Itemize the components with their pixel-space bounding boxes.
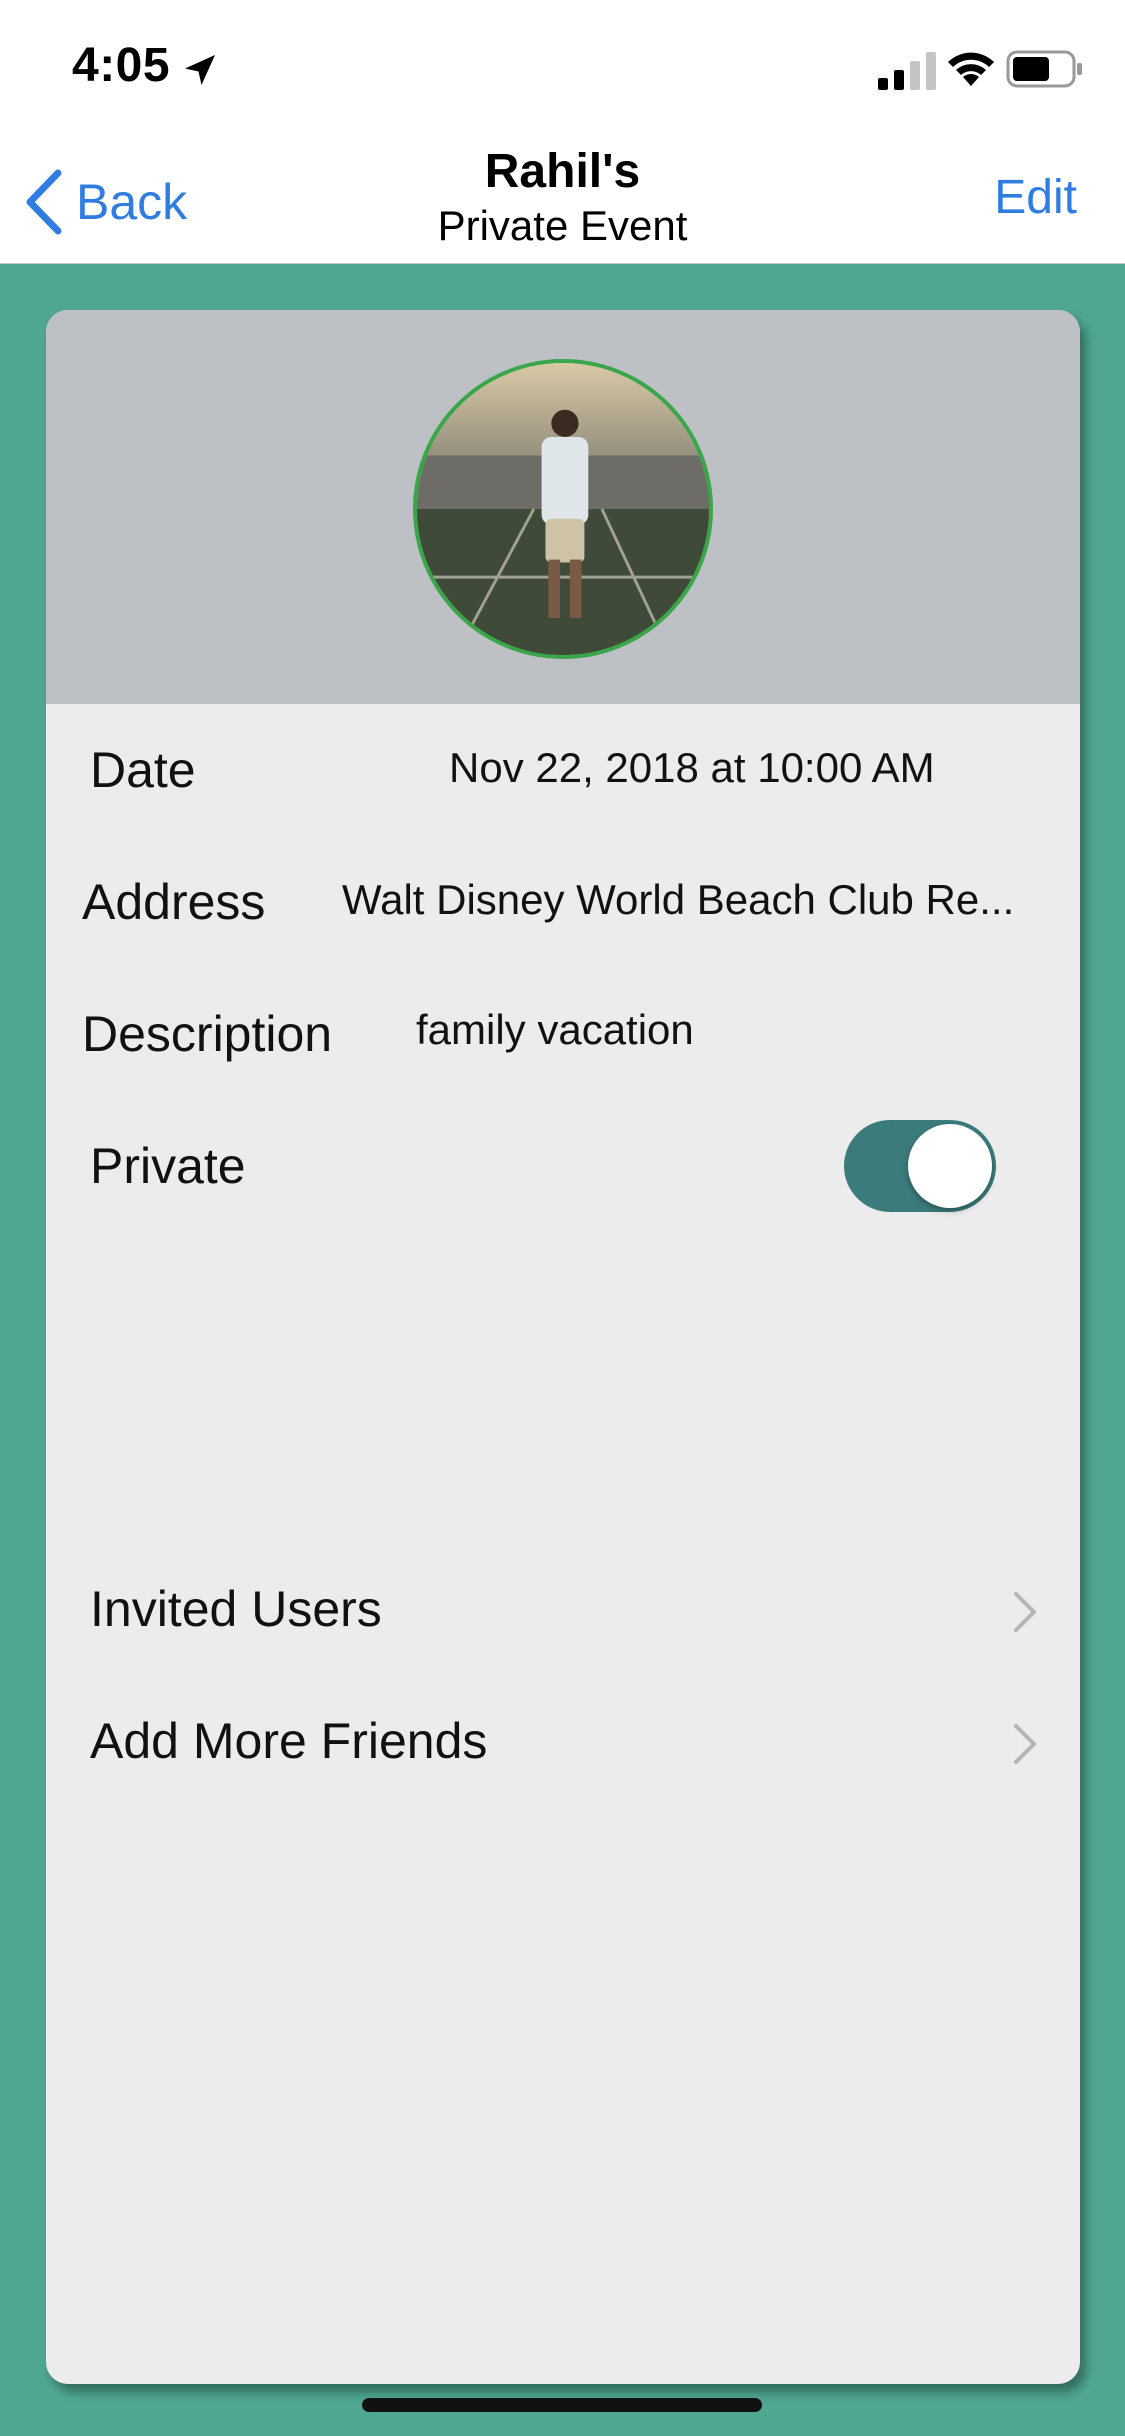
toggle-knob xyxy=(908,1124,992,1208)
description-value[interactable]: family vacation xyxy=(416,1006,694,1054)
status-time: 4:05 xyxy=(72,39,171,92)
event-card: Date Nov 22, 2018 at 10:00 AM Address Wa… xyxy=(46,310,1080,2384)
add-more-friends-label: Add More Friends xyxy=(90,1713,488,1769)
address-value[interactable]: Walt Disney World Beach Club Re... xyxy=(342,876,1014,924)
invited-users-row[interactable]: Invited Users xyxy=(46,1544,1080,1676)
wifi-icon xyxy=(948,52,994,86)
edit-button[interactable]: Edit xyxy=(994,170,1077,225)
private-label: Private xyxy=(90,1138,246,1194)
location-arrow-icon xyxy=(185,55,215,85)
date-value[interactable]: Nov 22, 2018 at 10:00 AM xyxy=(449,744,935,792)
chevron-right-icon xyxy=(1014,1724,1036,1764)
status-bar: 4:05 xyxy=(0,0,1125,140)
date-label: Date xyxy=(90,742,196,798)
home-indicator xyxy=(362,2398,762,2412)
avatar[interactable] xyxy=(413,359,713,659)
navigation-bar: Back Rahil's Private Event Edit xyxy=(0,140,1125,264)
invited-users-label: Invited Users xyxy=(90,1581,382,1637)
chevron-right-icon xyxy=(1014,1592,1036,1632)
private-toggle[interactable] xyxy=(844,1120,996,1212)
cellular-signal-icon xyxy=(878,52,936,90)
card-header xyxy=(46,310,1080,704)
page-title: Rahil's xyxy=(484,145,641,198)
description-label: Description xyxy=(82,1006,333,1062)
page-subtitle: Private Event xyxy=(437,202,688,249)
battery-icon xyxy=(1006,50,1082,88)
address-label: Address xyxy=(82,874,266,930)
avatar-photo xyxy=(417,363,709,655)
add-more-friends-row[interactable]: Add More Friends xyxy=(46,1676,1080,1808)
